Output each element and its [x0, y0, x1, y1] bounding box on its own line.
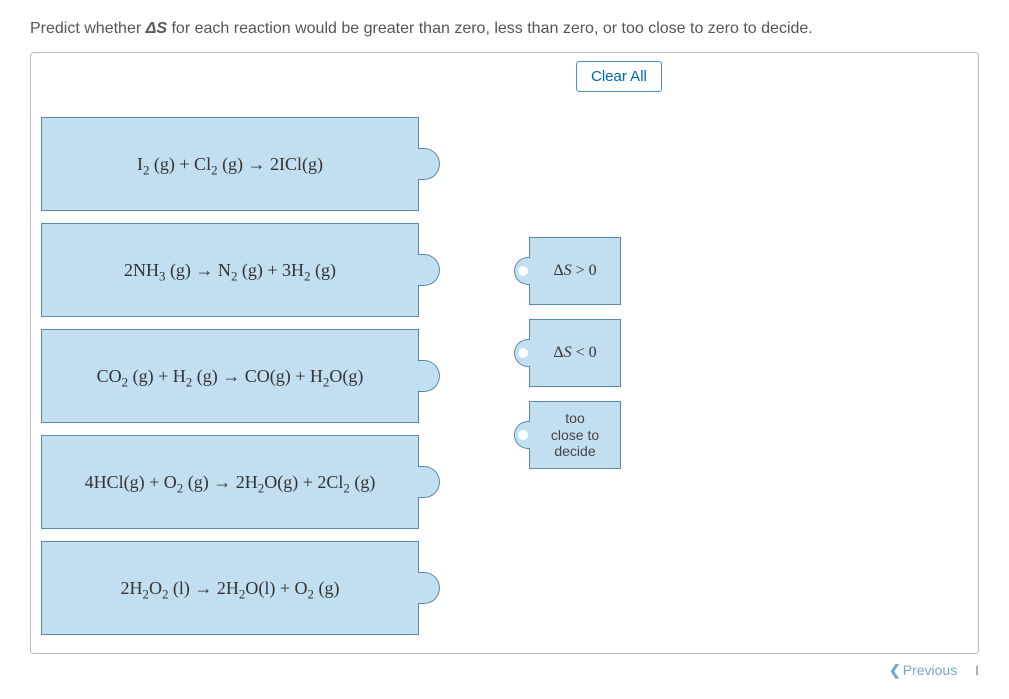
answer-card-3[interactable]: tooclose todecide: [529, 401, 621, 469]
reaction-equation: 2NH3 (g) → N2 (g) + 3H2 (g): [124, 260, 336, 281]
question-prompt: Predict whether ΔS for each reaction wou…: [30, 20, 979, 38]
previous-button[interactable]: ❮Previous: [889, 662, 961, 678]
drag-tab-icon: [418, 148, 440, 180]
reaction-equation: 4HCl(g) + O2 (g) → 2H2O(g) + 2Cl2 (g): [85, 472, 376, 493]
next-button-stub[interactable]: I: [975, 662, 979, 678]
answer-label: tooclose todecide: [551, 410, 599, 460]
reaction-equation: 2H2O2 (l) → 2H2O(l) + O2 (g): [120, 578, 339, 599]
drag-notch-icon: [514, 257, 530, 285]
drag-tab-icon: [418, 572, 440, 604]
reaction-card-2[interactable]: 2NH3 (g) → N2 (g) + 3H2 (g): [41, 223, 419, 317]
drag-tab-icon: [418, 466, 440, 498]
work-area: Clear All I2 (g) + Cl2 (g) → 2ICl(g) 2NH3…: [30, 52, 979, 654]
drag-tab-icon: [418, 360, 440, 392]
reaction-card-1[interactable]: I2 (g) + Cl2 (g) → 2ICl(g): [41, 117, 419, 211]
answer-card-2[interactable]: ΔS < 0: [529, 319, 621, 387]
footer-nav: ❮Previous I: [30, 662, 979, 679]
answer-label: ΔS < 0: [553, 343, 596, 362]
reaction-card-5[interactable]: 2H2O2 (l) → 2H2O(l) + O2 (g): [41, 541, 419, 635]
reactions-column: I2 (g) + Cl2 (g) → 2ICl(g) 2NH3 (g) → N2 …: [41, 117, 419, 635]
delta-s-symbol: ΔS: [146, 20, 167, 37]
previous-label: Previous: [903, 662, 957, 678]
prompt-text-before: Predict whether: [30, 20, 146, 37]
reaction-card-4[interactable]: 4HCl(g) + O2 (g) → 2H2O(g) + 2Cl2 (g): [41, 435, 419, 529]
chevron-left-icon: ❮: [889, 662, 901, 678]
answers-column: ΔS > 0 ΔS < 0 tooclose todecide: [529, 237, 621, 635]
reaction-card-3[interactable]: CO2 (g) + H2 (g) → CO(g) + H2O(g): [41, 329, 419, 423]
columns-container: I2 (g) + Cl2 (g) → 2ICl(g) 2NH3 (g) → N2 …: [41, 117, 960, 635]
drag-notch-icon: [514, 421, 530, 449]
answer-label: ΔS > 0: [553, 261, 596, 280]
clear-all-button[interactable]: Clear All: [576, 61, 662, 92]
answer-card-1[interactable]: ΔS > 0: [529, 237, 621, 305]
drag-notch-icon: [514, 339, 530, 367]
reaction-equation: I2 (g) + Cl2 (g) → 2ICl(g): [137, 154, 323, 175]
prompt-text-after: for each reaction would be greater than …: [167, 20, 813, 37]
reaction-equation: CO2 (g) + H2 (g) → CO(g) + H2O(g): [97, 366, 364, 387]
drag-tab-icon: [418, 254, 440, 286]
